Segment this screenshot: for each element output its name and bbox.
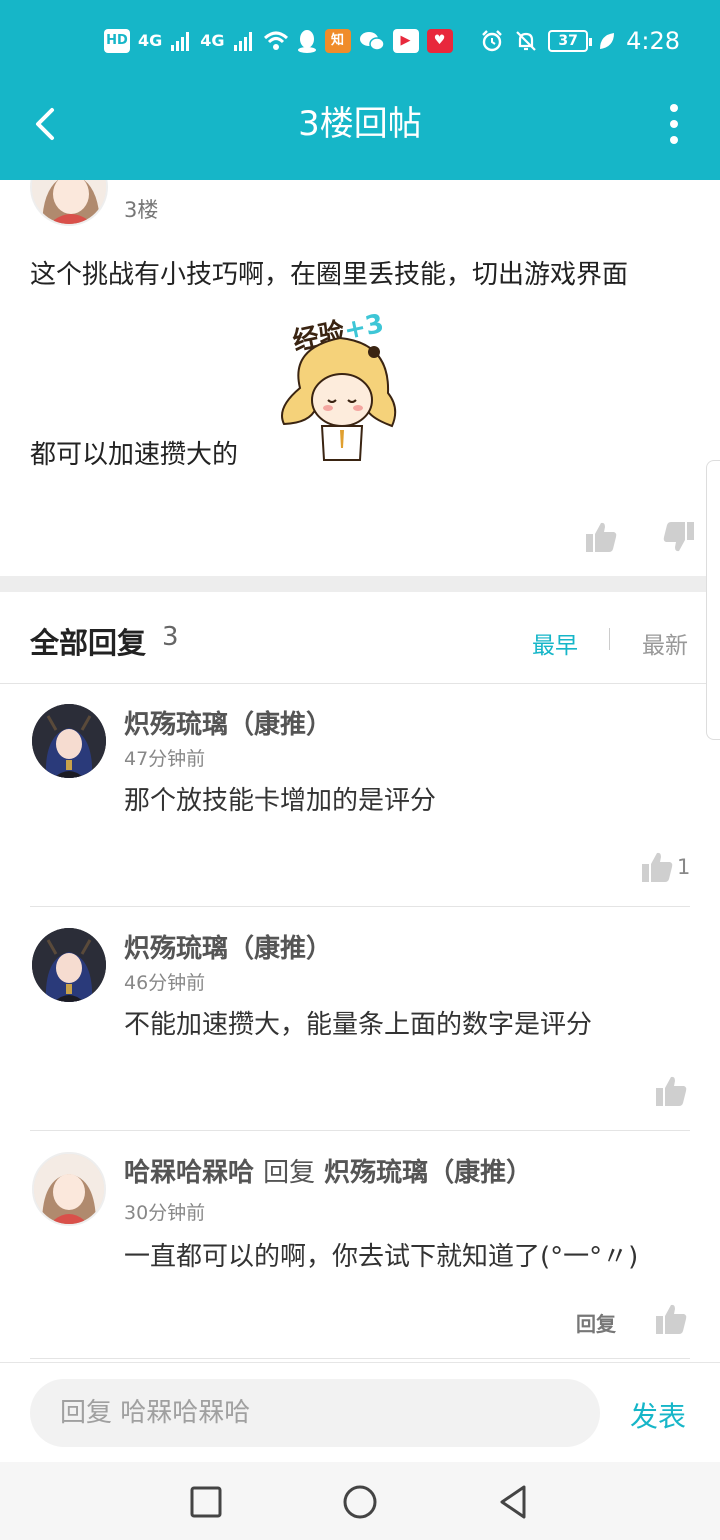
reply-to-word: 回复 (263, 1158, 316, 1188)
reply-author-line: 哈槑哈槑哈 回复 炽殇琉璃（康推） (124, 1152, 532, 1189)
sort-earliest-tab[interactable]: 最早 (532, 626, 578, 660)
replies-section-title: 全部回复 (30, 626, 147, 660)
avatar-image (32, 928, 106, 1002)
post-text-line: 都可以加速攒大的 (30, 440, 239, 470)
avatar[interactable] (32, 928, 106, 1002)
reply-text: 一直都可以的啊，你去试下就知道了(°一°〃) (124, 1242, 639, 1272)
alarm-icon (482, 30, 502, 52)
post-floor-label: 3楼 (124, 198, 159, 222)
reply-time: 46分钟前 (124, 972, 206, 994)
reply-text: 那个放技能卡增加的是评分 (124, 786, 437, 816)
reply-input-bar: 发表 (0, 1362, 720, 1462)
reply-input[interactable] (30, 1379, 600, 1447)
status-bar: HD 4G 4G 知 ▶ ♥ 37 4:28 (0, 0, 720, 84)
reply-divider (30, 1358, 690, 1359)
nav-header: 3楼回帖 (0, 84, 720, 180)
reply-time: 30分钟前 (124, 1202, 206, 1224)
like-post-button[interactable] (584, 520, 618, 554)
avatar-image (32, 704, 106, 778)
recent-apps-icon[interactable] (186, 1482, 226, 1522)
publish-button[interactable]: 发表 (630, 1395, 686, 1435)
reply-like-count: 1 (677, 855, 691, 879)
signal-4g-icon: 4G (138, 31, 163, 50)
wifi-icon (263, 31, 288, 50)
signal-bars-icon (233, 32, 252, 51)
signal-4g-icon: 4G (200, 31, 225, 50)
reply-text: 不能加速攒大，能量条上面的数字是评分 (124, 1010, 593, 1040)
wechat-icon (359, 32, 385, 51)
hd-icon: HD (104, 29, 130, 53)
reply-item: 炽殇琉璃（康推） 46分钟前 不能加速攒大，能量条上面的数字是评分 (0, 908, 720, 1132)
app-header-bar: HD 4G 4G 知 ▶ ♥ 37 4:28 3楼回帖 (0, 0, 720, 180)
more-options-button[interactable] (664, 104, 684, 144)
system-nav-bar (0, 1462, 720, 1540)
reply-to-reply-button[interactable]: 回复 (576, 1308, 616, 1337)
reply-like-button[interactable] (640, 850, 674, 884)
status-time: 4:28 (626, 27, 680, 55)
status-icons-right: 37 4:28 (480, 26, 680, 56)
sort-divider (609, 628, 610, 650)
reply-to-name[interactable]: 炽殇琉璃（康推） (324, 1158, 532, 1188)
reply-item: 炽殇琉璃（康推） 47分钟前 那个放技能卡增加的是评分 1 (0, 684, 720, 908)
mute-bell-icon (516, 31, 536, 51)
more-dot-icon (670, 120, 678, 128)
home-icon[interactable] (340, 1482, 380, 1522)
video-app-icon: ▶ (392, 29, 419, 53)
dislike-post-button[interactable] (662, 520, 696, 554)
game-app-icon: ♥ (426, 29, 453, 53)
reply-item: 哈槑哈槑哈 回复 炽殇琉璃（康推） 30分钟前 一直都可以的啊，你去试下就知道了… (0, 1132, 720, 1362)
signal-bars-icon (171, 32, 190, 51)
avatar[interactable] (32, 704, 106, 778)
status-icons-left: HD 4G 4G 知 ▶ ♥ (104, 26, 453, 56)
more-dot-icon (670, 136, 678, 144)
post-text-line: 这个挑战有小技巧啊，在圈里丢技能，切出游戏界面 (30, 260, 629, 290)
zhihu-icon: 知 (324, 29, 351, 53)
reply-time: 47分钟前 (124, 748, 206, 770)
reply-divider (30, 906, 690, 907)
sticker-image: 经验+3 (270, 308, 418, 468)
back-triangle-icon[interactable] (494, 1482, 534, 1522)
reply-like-button[interactable] (654, 1074, 688, 1108)
reply-author-name[interactable]: 炽殇琉璃（康推） (124, 704, 332, 741)
replies-count: 3 (162, 622, 179, 652)
reply-like-button[interactable] (654, 1302, 688, 1336)
sticker-character-icon (281, 336, 397, 461)
battery-icon: 37 (548, 30, 593, 52)
reply-divider (30, 1130, 690, 1131)
sort-latest-tab[interactable]: 最新 (642, 626, 688, 660)
more-dot-icon (670, 104, 678, 112)
avatar-image (34, 1154, 104, 1224)
page-title: 3楼回帖 (298, 104, 422, 144)
qq-icon (297, 30, 316, 53)
side-drawer-handle[interactable] (706, 460, 720, 740)
leaf-icon (600, 33, 615, 49)
reply-author-name[interactable]: 哈槑哈槑哈 (124, 1158, 254, 1188)
section-divider (0, 576, 720, 592)
reply-author-name[interactable]: 炽殇琉璃（康推） (124, 928, 332, 965)
avatar[interactable] (32, 1152, 106, 1226)
